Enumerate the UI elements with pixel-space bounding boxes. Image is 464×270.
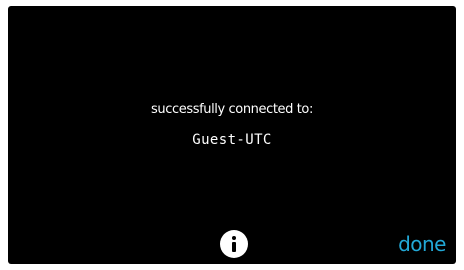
connection-status-message: successfully connected to: bbox=[151, 102, 313, 117]
thermostat-screen: successfully connected to: Guest-UTC don… bbox=[8, 6, 456, 264]
info-icon-stem bbox=[232, 242, 236, 252]
info-icon-dot bbox=[232, 236, 236, 240]
info-button[interactable] bbox=[220, 230, 248, 258]
connected-network-name: Guest-UTC bbox=[192, 132, 272, 148]
device-frame: successfully connected to: Guest-UTC don… bbox=[0, 0, 464, 270]
done-button[interactable]: done bbox=[398, 232, 446, 256]
